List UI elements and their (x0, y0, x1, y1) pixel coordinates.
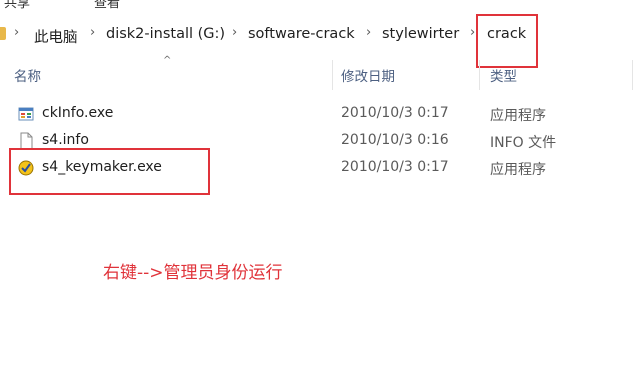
chevron-right-icon[interactable]: › (232, 25, 237, 40)
breadcrumb-item-software-crack[interactable]: software-crack (248, 26, 355, 42)
highlight-box-keymaker (9, 148, 210, 195)
folder-icon (0, 27, 6, 40)
sort-ascending-icon[interactable]: ^ (163, 55, 171, 66)
column-divider[interactable] (632, 60, 633, 90)
exe-window-icon (18, 107, 34, 121)
chevron-right-icon[interactable]: › (14, 25, 19, 40)
ribbon-tab-share[interactable]: 共享 (4, 0, 30, 11)
chevron-right-icon[interactable]: › (90, 25, 95, 40)
highlight-box-crack (476, 14, 538, 68)
column-divider[interactable] (479, 60, 480, 90)
ribbon-tab-view[interactable]: 查看 (94, 0, 120, 11)
file-date: 2010/10/3 0:16 (341, 132, 449, 148)
file-type: 应用程序 (490, 108, 546, 124)
chevron-right-icon[interactable]: › (470, 25, 475, 40)
file-date: 2010/10/3 0:17 (341, 105, 449, 121)
ribbon-strip: 共享 查看 (0, 0, 635, 14)
file-name[interactable]: s4.info (42, 132, 89, 148)
file-row[interactable]: ckInfo.exe 2010/10/3 0:17 应用程序 (0, 101, 635, 127)
column-header-type[interactable]: 类型 (490, 65, 517, 85)
file-date: 2010/10/3 0:17 (341, 159, 449, 175)
file-type: 应用程序 (490, 162, 546, 178)
breadcrumb-item-stylewirter[interactable]: stylewirter (382, 26, 459, 42)
column-header-name[interactable]: 名称 (14, 65, 41, 85)
breadcrumb[interactable]: › 此电脑 › disk2-install (G:) › software-cr… (0, 16, 635, 52)
breadcrumb-item-drive[interactable]: disk2-install (G:) (106, 26, 225, 42)
file-type: INFO 文件 (490, 135, 557, 151)
breadcrumb-item-this-pc[interactable]: 此电脑 (34, 26, 78, 47)
column-divider[interactable] (332, 60, 333, 90)
chevron-right-icon[interactable]: › (366, 25, 371, 40)
annotation-text: 右键-->管理员身份运行 (103, 263, 283, 283)
column-header-date[interactable]: 修改日期 (341, 65, 395, 85)
file-name[interactable]: ckInfo.exe (42, 105, 113, 121)
